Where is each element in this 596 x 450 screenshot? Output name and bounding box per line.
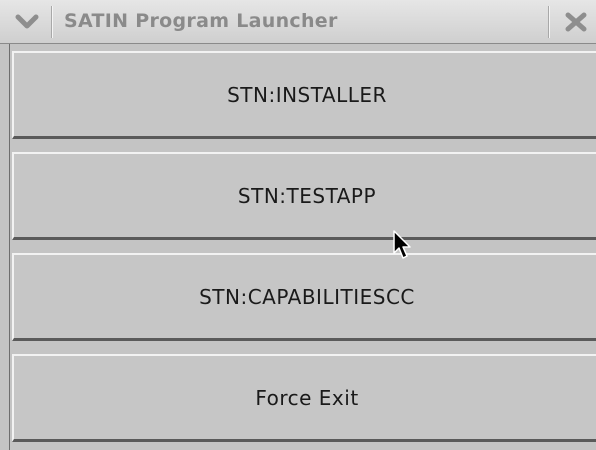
launch-installer-button[interactable]: STN:INSTALLER (12, 51, 596, 139)
launch-testapp-button[interactable]: STN:TESTAPP (12, 152, 596, 240)
launch-capabilitiescc-button[interactable]: STN:CAPABILITIESCC (12, 253, 596, 341)
window-menu-button[interactable] (4, 7, 50, 37)
force-exit-button[interactable]: Force Exit (12, 354, 596, 442)
left-border (0, 44, 10, 450)
title-separator (548, 6, 550, 38)
launcher-window: SATIN Program Launcher STN:INSTALLER STN… (0, 0, 596, 450)
title-separator (51, 6, 53, 38)
title-bar[interactable]: SATIN Program Launcher (0, 0, 596, 44)
window-close-button[interactable] (556, 7, 596, 37)
mouse-cursor-icon (393, 230, 411, 259)
window-title: SATIN Program Launcher (64, 10, 338, 32)
close-icon (565, 12, 587, 32)
chevron-down-icon (15, 14, 39, 29)
